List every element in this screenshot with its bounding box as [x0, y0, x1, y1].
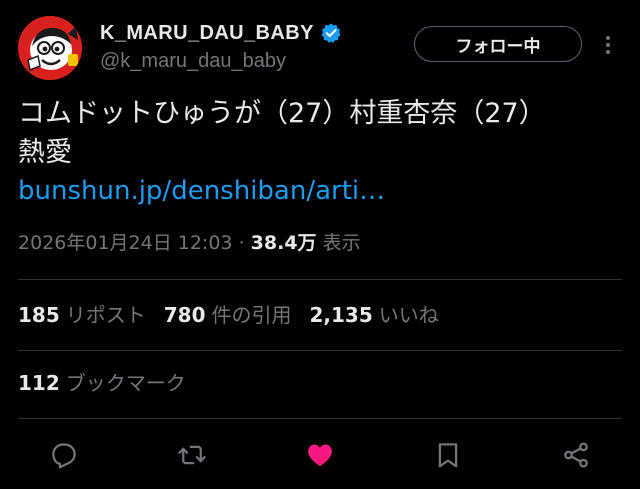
bookmarks-count[interactable]: 112	[18, 371, 60, 395]
like-icon[interactable]	[305, 440, 335, 470]
engagement-stats: 185 リポスト 780 件の引用 2,135 いいね	[18, 299, 457, 331]
divider	[18, 350, 622, 351]
reposts-label[interactable]: リポスト	[66, 303, 146, 327]
following-button[interactable]: フォロー中	[414, 26, 582, 62]
verified-badge-icon	[320, 22, 342, 44]
tweet-header: K_MARU_DAU_BABY @k_maru_dau_baby フォロー中	[18, 16, 622, 80]
quotes-count[interactable]: 780	[164, 303, 206, 327]
meta-separator: ·	[238, 232, 245, 254]
tweet-text-line: コムドットひゅうが（27）村重杏奈（27）	[18, 98, 546, 129]
tweet-text-line: 熱愛	[18, 137, 72, 168]
action-bar	[0, 436, 640, 476]
divider	[18, 418, 622, 419]
bookmarks-stat: 112 ブックマーク	[18, 367, 186, 399]
views-label: 表示	[322, 232, 361, 254]
tweet-timestamp[interactable]: 2026年01月24日 12:03	[18, 232, 233, 254]
author-handle[interactable]: @k_maru_dau_baby	[100, 50, 286, 73]
share-icon[interactable]	[561, 440, 591, 470]
views-count: 38.4万	[250, 232, 317, 254]
bookmarks-label[interactable]: ブックマーク	[66, 371, 186, 395]
tweet-text: コムドットひゅうが（27）村重杏奈（27） 熱愛	[18, 94, 618, 172]
repost-icon[interactable]	[177, 440, 207, 470]
reply-icon[interactable]	[49, 440, 79, 470]
likes-label[interactable]: いいね	[379, 303, 439, 327]
bookmark-icon[interactable]	[433, 440, 463, 470]
tweet-meta: 2026年01月24日 12:03 · 38.4万 表示	[18, 228, 361, 258]
article-link[interactable]: bunshun.jp/denshiban/arti…	[18, 172, 385, 210]
mascot-avatar-icon[interactable]	[18, 16, 82, 80]
quotes-label[interactable]: 件の引用	[212, 303, 292, 327]
author-name-row: K_MARU_DAU_BABY	[100, 20, 342, 46]
likes-count[interactable]: 2,135	[310, 303, 373, 327]
reposts-count[interactable]: 185	[18, 303, 60, 327]
divider	[18, 279, 622, 280]
author-display-name[interactable]: K_MARU_DAU_BABY	[100, 22, 314, 45]
more-options-icon[interactable]	[598, 32, 618, 58]
